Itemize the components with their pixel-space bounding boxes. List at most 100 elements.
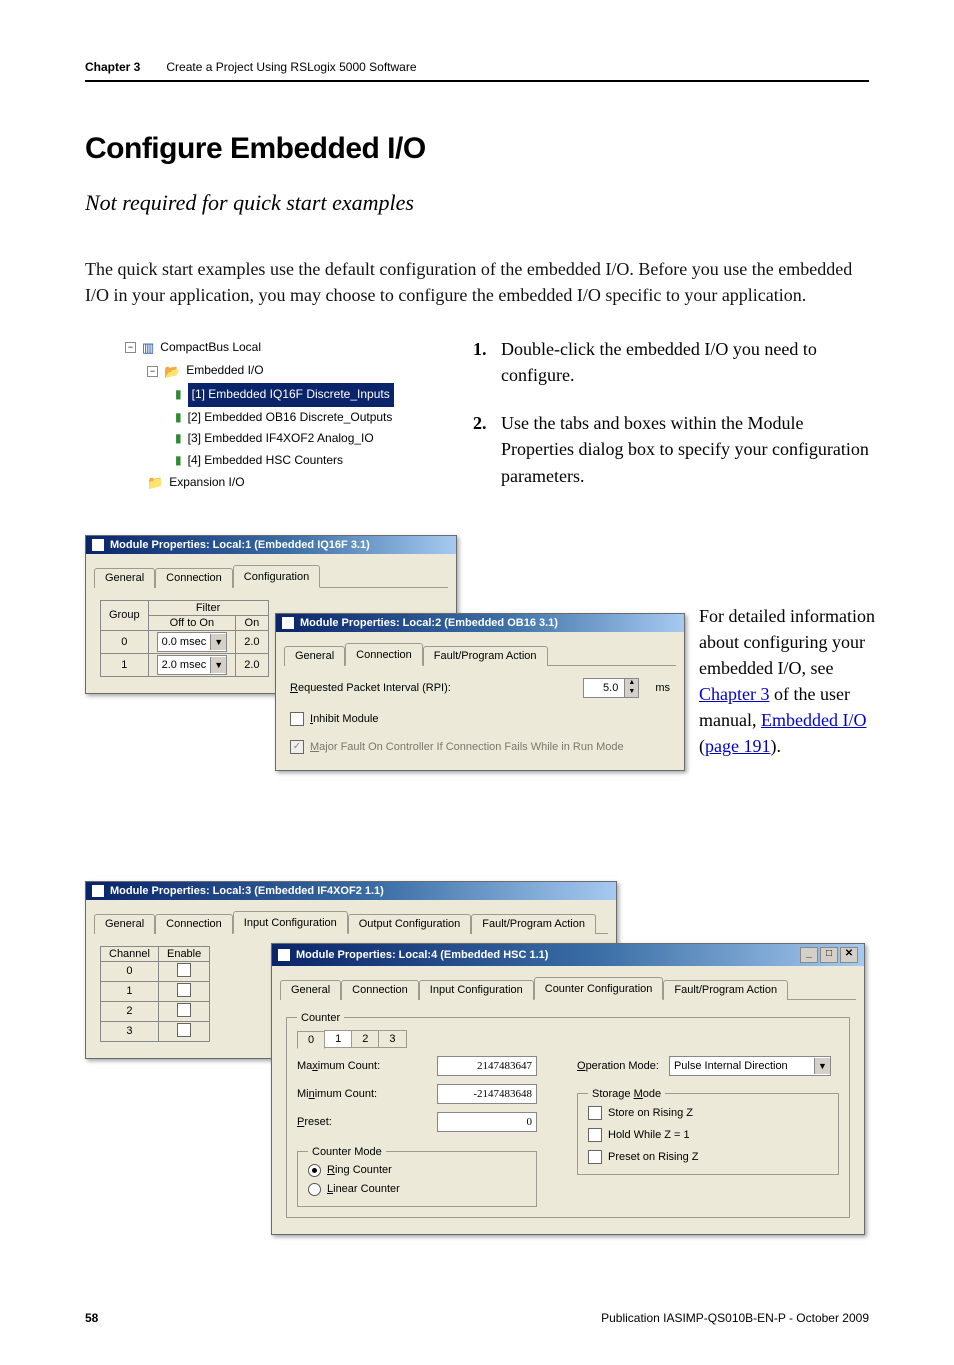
titlebar[interactable]: Module Properties: Local:1 (Embedded IQ1…: [86, 536, 456, 554]
preset-label: Preset:: [297, 1116, 332, 1128]
app-icon: [282, 617, 294, 629]
section-subtitle: Not required for quick start examples: [85, 190, 869, 216]
tab-counter-config[interactable]: Counter Configuration: [534, 977, 664, 1000]
counter-tab-2[interactable]: 2: [351, 1030, 379, 1048]
step-text: Double-click the embedded I/O you need t…: [501, 336, 869, 388]
minimize-button[interactable]: _: [800, 947, 818, 963]
link-chapter-3[interactable]: Chapter 3: [699, 684, 769, 704]
section-heading: Configure Embedded I/O: [85, 132, 869, 166]
tree-item[interactable]: ▮ [1] Embedded IQ16F Discrete_Inputs: [125, 383, 445, 407]
group-header: Group: [101, 600, 149, 630]
counter-tab-3[interactable]: 3: [378, 1030, 406, 1048]
step-1: 1. Double-click the embedded I/O you nee…: [473, 336, 869, 388]
inhibit-label: Inhibit Module: [310, 713, 379, 725]
module-icon: ▮: [175, 407, 182, 429]
channel-cell: 3: [101, 1021, 159, 1041]
io-tree: − ▥ CompactBus Local − 📂 Embedded I/O ▮ …: [85, 336, 445, 495]
linear-label: Linear Counter: [327, 1183, 400, 1195]
ring-counter-radio[interactable]: Ring Counter: [308, 1164, 526, 1177]
enable-checkbox[interactable]: [177, 983, 191, 997]
preset-field[interactable]: [437, 1112, 537, 1132]
channel-cell: 0: [101, 961, 159, 981]
module-props-dialog-4: Module Properties: Local:4 (Embedded HSC…: [271, 943, 865, 1235]
hold-while-label: Hold While Z = 1: [608, 1129, 690, 1141]
app-icon: [92, 885, 104, 897]
spin-down-icon[interactable]: ▼: [624, 688, 638, 697]
tab-general[interactable]: General: [94, 914, 155, 934]
titlebar[interactable]: Module Properties: Local:2 (Embedded OB1…: [276, 614, 684, 632]
rpi-spinner[interactable]: 5.0 ▲▼: [583, 678, 639, 698]
tab-fault-program[interactable]: Fault/Program Action: [423, 646, 548, 666]
major-fault-checkbox[interactable]: ✓ Major Fault On Controller If Connectio…: [290, 740, 670, 754]
titlebar[interactable]: Module Properties: Local:3 (Embedded IF4…: [86, 882, 616, 900]
tab-general[interactable]: General: [94, 568, 155, 588]
tree-item[interactable]: ▮ [3] Embedded IF4XOF2 Analog_IO: [125, 428, 445, 450]
dialog-title: Module Properties: Local:3 (Embedded IF4…: [110, 885, 384, 897]
filter-dropdown[interactable]: 0.0 msec ▼: [157, 632, 228, 652]
chevron-down-icon[interactable]: ▼: [210, 657, 226, 673]
tab-bar: General Connection Input Configuration O…: [94, 910, 608, 934]
folder-open-icon: 📂: [164, 360, 180, 383]
tab-general[interactable]: General: [284, 646, 345, 666]
tree-item[interactable]: ▮ [4] Embedded HSC Counters: [125, 450, 445, 472]
tree-item[interactable]: ▮ [2] Embedded OB16 Discrete_Outputs: [125, 407, 445, 429]
major-fault-label: Major Fault On Controller If Connection …: [310, 741, 624, 753]
maximize-button[interactable]: □: [820, 947, 838, 963]
min-count-field[interactable]: [437, 1084, 537, 1104]
row-label: 1: [101, 653, 149, 676]
folder-icon: 📁: [147, 471, 163, 494]
cell: 2.0 msec ▼: [148, 653, 236, 676]
chevron-down-icon[interactable]: ▼: [814, 1058, 830, 1074]
collapse-icon[interactable]: −: [147, 366, 158, 377]
tab-connection[interactable]: Connection: [341, 980, 419, 1000]
checkbox-icon: ✓: [290, 740, 304, 754]
filter-dropdown[interactable]: 2.0 msec ▼: [157, 655, 228, 675]
collapse-icon[interactable]: −: [125, 342, 136, 353]
rpi-label: Requested Packet Interval (RPI):: [290, 682, 451, 694]
tab-general[interactable]: General: [280, 980, 341, 1000]
tab-input-config[interactable]: Input Configuration: [233, 911, 348, 934]
store-rising-checkbox[interactable]: Store on Rising Z: [588, 1106, 828, 1120]
chapter-title: Create a Project Using RSLogix 5000 Soft…: [166, 60, 416, 74]
spin-up-icon[interactable]: ▲: [624, 679, 638, 688]
chevron-down-icon[interactable]: ▼: [210, 634, 226, 650]
storage-mode-fieldset: Storage Mode Store on Rising Z Hold Whil…: [577, 1088, 839, 1175]
radio-icon: [308, 1164, 321, 1177]
tab-fault-program[interactable]: Fault/Program Action: [471, 914, 596, 934]
tree-folder-embedded[interactable]: − 📂 Embedded I/O: [125, 360, 445, 383]
tree-folder-expansion[interactable]: 📁 Expansion I/O: [125, 471, 445, 494]
tab-configuration[interactable]: Configuration: [233, 565, 320, 588]
filter-table: Group Filter Off to On On 0 0.0 msec ▼: [100, 600, 269, 677]
operation-mode-select[interactable]: Pulse Internal Direction ▼: [669, 1056, 831, 1076]
counter-tab-1[interactable]: 1: [324, 1030, 352, 1048]
tab-connection[interactable]: Connection: [345, 643, 423, 666]
enable-checkbox[interactable]: [177, 1003, 191, 1017]
enable-checkbox[interactable]: [177, 963, 191, 977]
link-embedded-io[interactable]: Embedded I/O: [761, 710, 866, 730]
tab-output-config[interactable]: Output Configuration: [348, 914, 472, 934]
hold-while-checkbox[interactable]: Hold While Z = 1: [588, 1128, 828, 1142]
tab-bar: General Connection Configuration: [94, 564, 448, 588]
link-page-191[interactable]: page 191: [705, 736, 770, 756]
tree-item-label: [3] Embedded IF4XOF2 Analog_IO: [188, 428, 374, 450]
rpi-unit: ms: [655, 682, 670, 694]
titlebar[interactable]: Module Properties: Local:4 (Embedded HSC…: [272, 944, 864, 966]
tree-folder-label: Embedded I/O: [186, 360, 263, 382]
close-button[interactable]: ✕: [840, 947, 858, 963]
dialog-title: Module Properties: Local:4 (Embedded HSC…: [296, 949, 548, 961]
tree-root[interactable]: − ▥ CompactBus Local: [125, 336, 445, 359]
tab-connection[interactable]: Connection: [155, 568, 233, 588]
max-count-field[interactable]: [437, 1056, 537, 1076]
linear-counter-radio[interactable]: Linear Counter: [308, 1183, 526, 1196]
inhibit-checkbox[interactable]: Inhibit Module: [290, 712, 670, 726]
step-number: 1.: [473, 336, 493, 388]
tab-input-config[interactable]: Input Configuration: [419, 980, 534, 1000]
page-number: 58: [85, 1311, 98, 1325]
step-list: 1. Double-click the embedded I/O you nee…: [473, 336, 869, 488]
enable-checkbox[interactable]: [177, 1023, 191, 1037]
preset-rising-checkbox[interactable]: Preset on Rising Z: [588, 1150, 828, 1164]
dialog-title: Module Properties: Local:1 (Embedded IQ1…: [110, 539, 370, 551]
counter-tab-0[interactable]: 0: [297, 1031, 325, 1049]
tab-connection[interactable]: Connection: [155, 914, 233, 934]
tab-fault-program[interactable]: Fault/Program Action: [663, 980, 788, 1000]
